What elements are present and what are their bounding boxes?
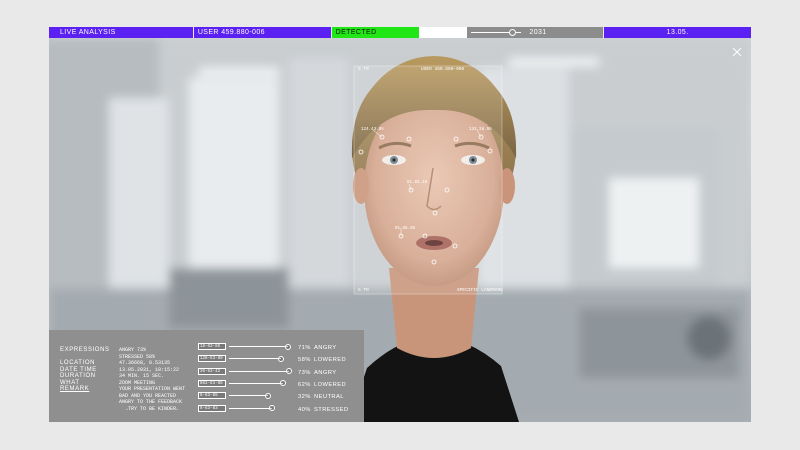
remark-line: YOUR PRESENTATION WENT bbox=[119, 386, 186, 392]
detected-status: DETECTED bbox=[331, 27, 419, 38]
user-id-label: USER 459.880-006 bbox=[193, 27, 331, 38]
year-slider-knob[interactable] bbox=[508, 29, 516, 36]
expression-slider-knob[interactable] bbox=[278, 355, 285, 362]
expression-result: 58% LOWERED bbox=[298, 357, 346, 363]
expression-percent: 32% bbox=[298, 394, 311, 401]
expression-slider-track bbox=[229, 346, 288, 347]
expression-percent: 40% bbox=[298, 406, 311, 413]
live-analysis-label: LIVE ANALYSIS bbox=[49, 27, 193, 38]
date-label: 13.05. bbox=[604, 27, 751, 38]
expressions-value: STRESSED 58% bbox=[119, 353, 156, 360]
expression-slider-track bbox=[229, 370, 289, 372]
expression-label: LOWERED bbox=[314, 381, 347, 388]
remark-label[interactable]: REMARK bbox=[60, 386, 89, 392]
datetime-label: DATE TIME bbox=[60, 366, 97, 373]
what-label: WHAT bbox=[60, 379, 80, 386]
expression-code: 8-63-83 bbox=[198, 404, 226, 412]
year-label: 2031 bbox=[529, 29, 547, 36]
expression-label: LOWERED bbox=[314, 357, 347, 364]
expression-slider-track bbox=[229, 358, 282, 360]
expression-percent: 62% bbox=[298, 381, 311, 388]
landmark-label: 133.28.95 bbox=[469, 128, 492, 132]
expression-result: 73% ANGRY bbox=[298, 370, 337, 376]
expression-code: 862-63-88 bbox=[198, 379, 226, 387]
what-value: ZOOM MEETING bbox=[119, 379, 156, 386]
expressions-value: ANGRY 73% bbox=[119, 347, 147, 353]
expression-slider-track bbox=[229, 395, 268, 397]
face-tracking-box bbox=[353, 65, 503, 295]
expression-slider-knob[interactable] bbox=[268, 405, 275, 411]
expression-result: 62% LOWERED bbox=[298, 382, 346, 388]
expression-code: 128-53-80 bbox=[198, 355, 226, 363]
remark-line: ANGRY TO THE FEEDBACK bbox=[119, 399, 183, 405]
remark-line: BAD AND YOU REACTED bbox=[119, 392, 177, 399]
close-icon[interactable] bbox=[731, 45, 743, 57]
expression-percent: 73% bbox=[298, 369, 311, 376]
expression-label: STRESSED bbox=[314, 406, 349, 413]
expression-label: ANGRY bbox=[314, 345, 337, 351]
expression-label: NEUTRAL bbox=[314, 394, 344, 401]
expression-result: 40% STRESSED bbox=[298, 407, 348, 413]
expression-slider-knob[interactable] bbox=[284, 343, 291, 350]
landmark-label: 81.92.45 bbox=[407, 181, 428, 185]
expression-code: 18-63-85 bbox=[198, 343, 226, 350]
duration-value: 34 MIN. 15 SEC. bbox=[119, 373, 165, 379]
top-status-bar: LIVE ANALYSIS USER 459.880-006 DETECTED … bbox=[49, 27, 751, 38]
expression-percent: 71% bbox=[298, 345, 311, 351]
expression-slider-knob[interactable] bbox=[264, 392, 271, 399]
expression-label: ANGRY bbox=[314, 369, 337, 376]
expression-result: 71% ANGRY bbox=[298, 345, 337, 351]
expression-slider-knob[interactable] bbox=[280, 380, 287, 387]
year-slider[interactable]: 2031 bbox=[467, 27, 604, 38]
expression-result: 32% NEUTRAL bbox=[298, 394, 344, 400]
landmark-label: 01.65.85 bbox=[395, 227, 416, 231]
location-label: LOCATION bbox=[60, 360, 96, 366]
expression-slider-track bbox=[229, 407, 272, 409]
status-blank bbox=[418, 27, 468, 38]
face-box-label-bl: 5 TR bbox=[358, 288, 369, 293]
remark-line: →TRY TO BE KINDER← bbox=[125, 405, 180, 412]
datetime-value: 13.05.2031, 10:15:22 bbox=[119, 366, 180, 373]
duration-label: DURATION bbox=[60, 373, 96, 379]
location-value: 47.36668, 8.53135 bbox=[119, 360, 171, 366]
expression-slider-knob[interactable] bbox=[285, 368, 292, 375]
expressions-label: EXPRESSIONS bbox=[60, 347, 110, 353]
face-box-label-top: USER 459.880-006 bbox=[421, 67, 465, 72]
expression-code: 36-63-42 bbox=[198, 367, 226, 375]
expression-percent: 58% bbox=[298, 357, 311, 364]
face-box-label-br: SPECIFIC LANDMARK bbox=[457, 288, 503, 293]
expression-slider-track bbox=[229, 383, 284, 384]
landmark-label: 124.43.85 bbox=[361, 128, 384, 132]
face-box-label-tl: 5 TR bbox=[358, 67, 369, 72]
expression-code: 8-63-85 bbox=[198, 392, 226, 400]
expression-slider[interactable]: 36-63-42 bbox=[196, 367, 366, 376]
expression-slider[interactable]: 18-63-85 bbox=[196, 343, 366, 351]
